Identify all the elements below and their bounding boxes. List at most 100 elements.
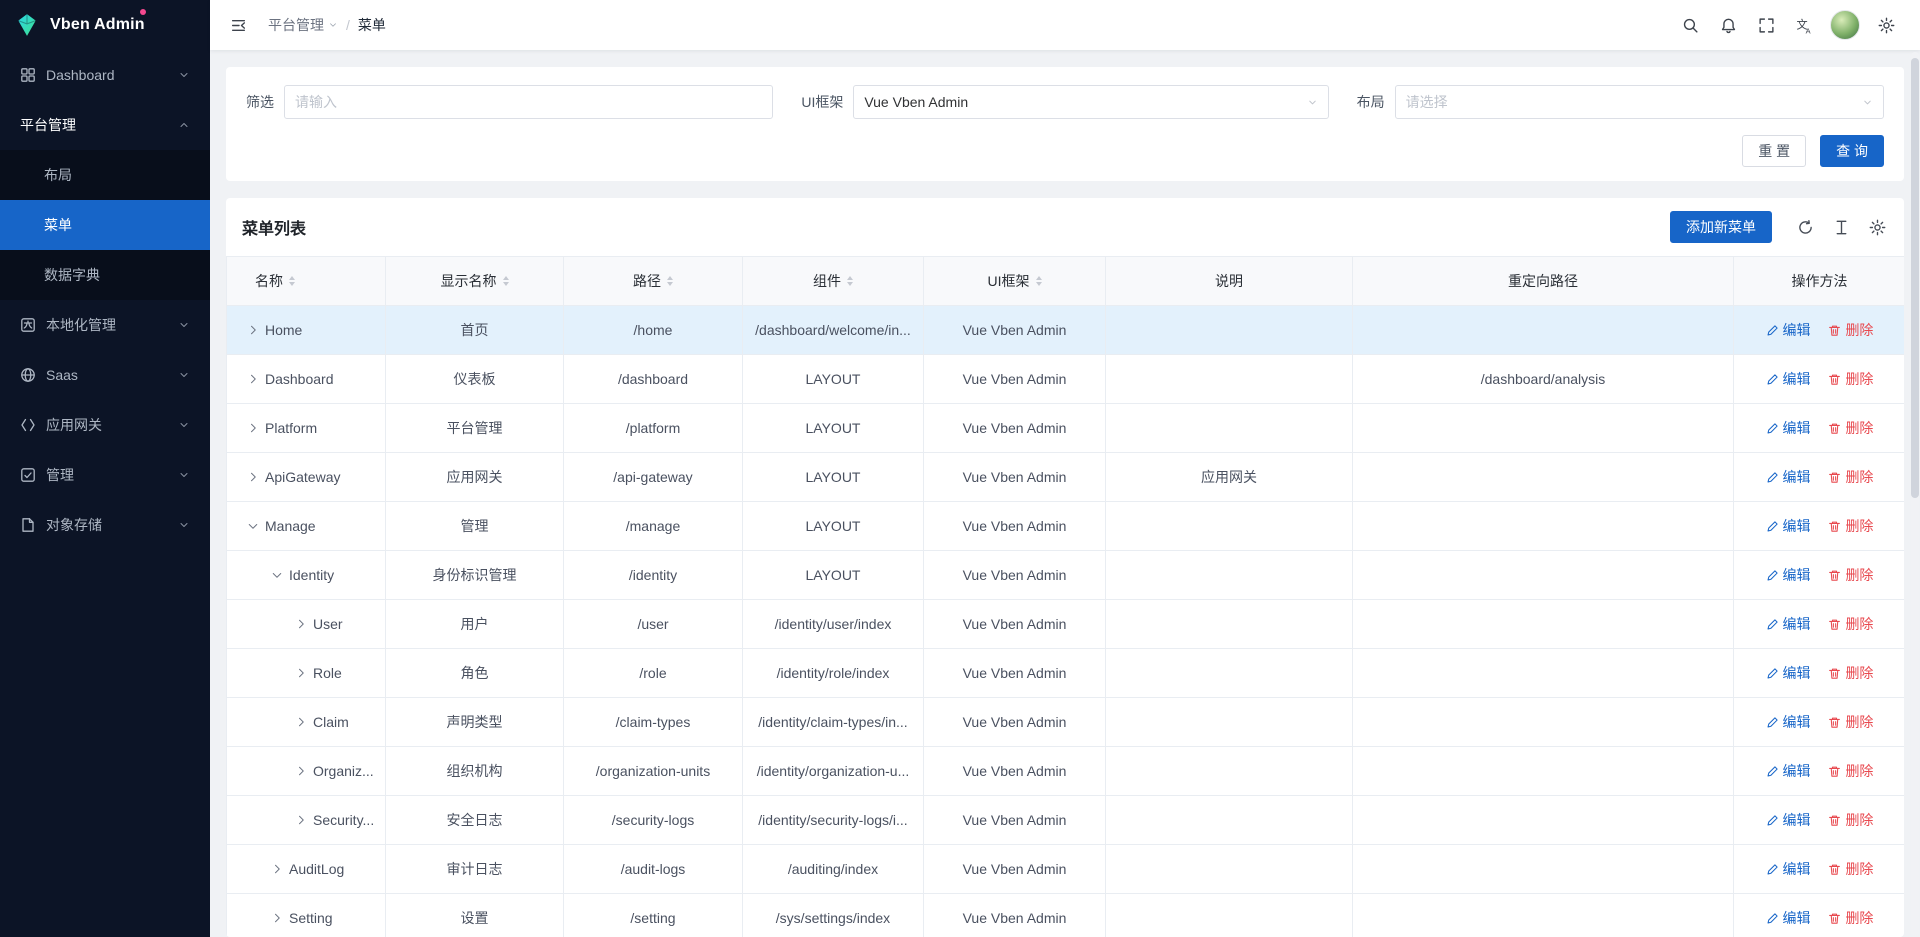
search-button[interactable]: 查 询: [1820, 135, 1884, 167]
sidebar-collapse-button[interactable]: [222, 9, 254, 41]
sidebar-subitem[interactable]: 布局: [0, 150, 210, 200]
notification-icon[interactable]: [1712, 9, 1744, 41]
expand-icon[interactable]: [295, 618, 307, 630]
expand-icon[interactable]: [247, 520, 259, 532]
expand-icon[interactable]: [271, 912, 283, 924]
delete-button[interactable]: 删除: [1828, 761, 1873, 781]
edit-button[interactable]: 编辑: [1766, 908, 1811, 928]
expand-icon[interactable]: [271, 569, 283, 581]
sidebar-item-dashboard[interactable]: Dashboard: [0, 50, 210, 100]
table-row[interactable]: Security... 安全日志 /security-logs /identit…: [227, 796, 1905, 845]
column-header[interactable]: 路径: [564, 257, 743, 306]
edit-button[interactable]: 编辑: [1766, 516, 1811, 536]
sidebar-item-gateway[interactable]: 应用网关: [0, 400, 210, 450]
scrollbar-thumb[interactable]: [1911, 58, 1919, 498]
column-header[interactable]: 重定向路径: [1353, 257, 1734, 306]
edit-button[interactable]: 编辑: [1766, 712, 1811, 732]
expand-icon[interactable]: [295, 716, 307, 728]
sort-icons[interactable]: [289, 276, 295, 286]
column-header[interactable]: 名称: [227, 257, 386, 306]
expand-icon[interactable]: [247, 422, 259, 434]
table-row[interactable]: Platform 平台管理 /platform LAYOUT Vue Vben …: [227, 404, 1905, 453]
table-row[interactable]: ApiGateway 应用网关 /api-gateway LAYOUT Vue …: [227, 453, 1905, 502]
table-row[interactable]: Identity 身份标识管理 /identity LAYOUT Vue Vbe…: [227, 551, 1905, 600]
expand-icon[interactable]: [295, 667, 307, 679]
table-row[interactable]: Home 首页 /home /dashboard/welcome/in... V…: [227, 306, 1905, 355]
table-row[interactable]: Role 角色 /role /identity/role/index Vue V…: [227, 649, 1905, 698]
add-menu-button[interactable]: 添加新菜单: [1670, 211, 1772, 243]
row-height-icon[interactable]: [1831, 217, 1852, 238]
breadcrumb-item-platform[interactable]: 平台管理: [268, 15, 338, 35]
column-header[interactable]: 操作方法: [1734, 257, 1905, 306]
column-header[interactable]: 组件: [743, 257, 924, 306]
delete-button[interactable]: 删除: [1828, 418, 1873, 438]
column-header[interactable]: 显示名称: [386, 257, 564, 306]
filter-framework-select[interactable]: Vue Vben Admin: [853, 85, 1328, 119]
table-row[interactable]: Manage 管理 /manage LAYOUT Vue Vben Admin …: [227, 502, 1905, 551]
delete-button[interactable]: 删除: [1828, 565, 1873, 585]
edit-button[interactable]: 编辑: [1766, 418, 1811, 438]
fullscreen-icon[interactable]: [1750, 9, 1782, 41]
table-row[interactable]: Organiz... 组织机构 /organization-units /ide…: [227, 747, 1905, 796]
delete-button[interactable]: 删除: [1828, 320, 1873, 340]
sort-asc-icon[interactable]: [667, 276, 673, 280]
sidebar-item-manage[interactable]: 管理: [0, 450, 210, 500]
sidebar-item-localization[interactable]: 本地化管理: [0, 300, 210, 350]
expand-icon[interactable]: [247, 324, 259, 336]
column-header[interactable]: 说明: [1106, 257, 1353, 306]
sidebar-item-saas[interactable]: Saas: [0, 350, 210, 400]
sort-asc-icon[interactable]: [1036, 276, 1042, 280]
edit-button[interactable]: 编辑: [1766, 663, 1811, 683]
sort-icons[interactable]: [667, 276, 673, 286]
app-logo[interactable]: Vben Admin: [0, 0, 210, 50]
expand-icon[interactable]: [271, 863, 283, 875]
delete-button[interactable]: 删除: [1828, 369, 1873, 389]
sidebar-subitem[interactable]: 数据字典: [0, 250, 210, 300]
settings-gear-icon[interactable]: [1870, 9, 1902, 41]
translate-icon[interactable]: 文A: [1788, 9, 1820, 41]
edit-button[interactable]: 编辑: [1766, 369, 1811, 389]
table-row[interactable]: Dashboard 仪表板 /dashboard LAYOUT Vue Vben…: [227, 355, 1905, 404]
sort-asc-icon[interactable]: [289, 276, 295, 280]
sort-icons[interactable]: [1036, 276, 1042, 286]
edit-button[interactable]: 编辑: [1766, 810, 1811, 830]
expand-icon[interactable]: [295, 765, 307, 777]
search-icon[interactable]: [1674, 9, 1706, 41]
edit-button[interactable]: 编辑: [1766, 614, 1811, 634]
edit-button[interactable]: 编辑: [1766, 467, 1811, 487]
sidebar-item-storage[interactable]: 对象存储: [0, 500, 210, 550]
sort-asc-icon[interactable]: [847, 276, 853, 280]
filter-keyword-input[interactable]: [284, 85, 773, 119]
sort-icons[interactable]: [847, 276, 853, 286]
sort-desc-icon[interactable]: [1036, 282, 1042, 286]
sort-desc-icon[interactable]: [289, 282, 295, 286]
delete-button[interactable]: 删除: [1828, 908, 1873, 928]
reset-button[interactable]: 重 置: [1742, 135, 1806, 167]
column-settings-icon[interactable]: [1867, 217, 1888, 238]
sort-desc-icon[interactable]: [503, 282, 509, 286]
sort-desc-icon[interactable]: [847, 282, 853, 286]
edit-button[interactable]: 编辑: [1766, 859, 1811, 879]
expand-icon[interactable]: [295, 814, 307, 826]
delete-button[interactable]: 删除: [1828, 810, 1873, 830]
delete-button[interactable]: 删除: [1828, 663, 1873, 683]
filter-layout-select[interactable]: 请选择: [1395, 85, 1884, 119]
edit-button[interactable]: 编辑: [1766, 761, 1811, 781]
table-row[interactable]: AuditLog 审计日志 /audit-logs /auditing/inde…: [227, 845, 1905, 894]
table-row[interactable]: User 用户 /user /identity/user/index Vue V…: [227, 600, 1905, 649]
sort-asc-icon[interactable]: [503, 276, 509, 280]
edit-button[interactable]: 编辑: [1766, 565, 1811, 585]
sort-desc-icon[interactable]: [667, 282, 673, 286]
sort-icons[interactable]: [503, 276, 509, 286]
delete-button[interactable]: 删除: [1828, 614, 1873, 634]
delete-button[interactable]: 删除: [1828, 467, 1873, 487]
column-header[interactable]: UI框架: [924, 257, 1106, 306]
edit-button[interactable]: 编辑: [1766, 320, 1811, 340]
expand-icon[interactable]: [247, 471, 259, 483]
table-row[interactable]: Setting 设置 /setting /sys/settings/index …: [227, 894, 1905, 937]
expand-icon[interactable]: [247, 373, 259, 385]
sidebar-subitem[interactable]: 菜单: [0, 200, 210, 250]
delete-button[interactable]: 删除: [1828, 859, 1873, 879]
sidebar-item-platform[interactable]: 平台管理: [0, 100, 210, 150]
refresh-icon[interactable]: [1795, 217, 1816, 238]
